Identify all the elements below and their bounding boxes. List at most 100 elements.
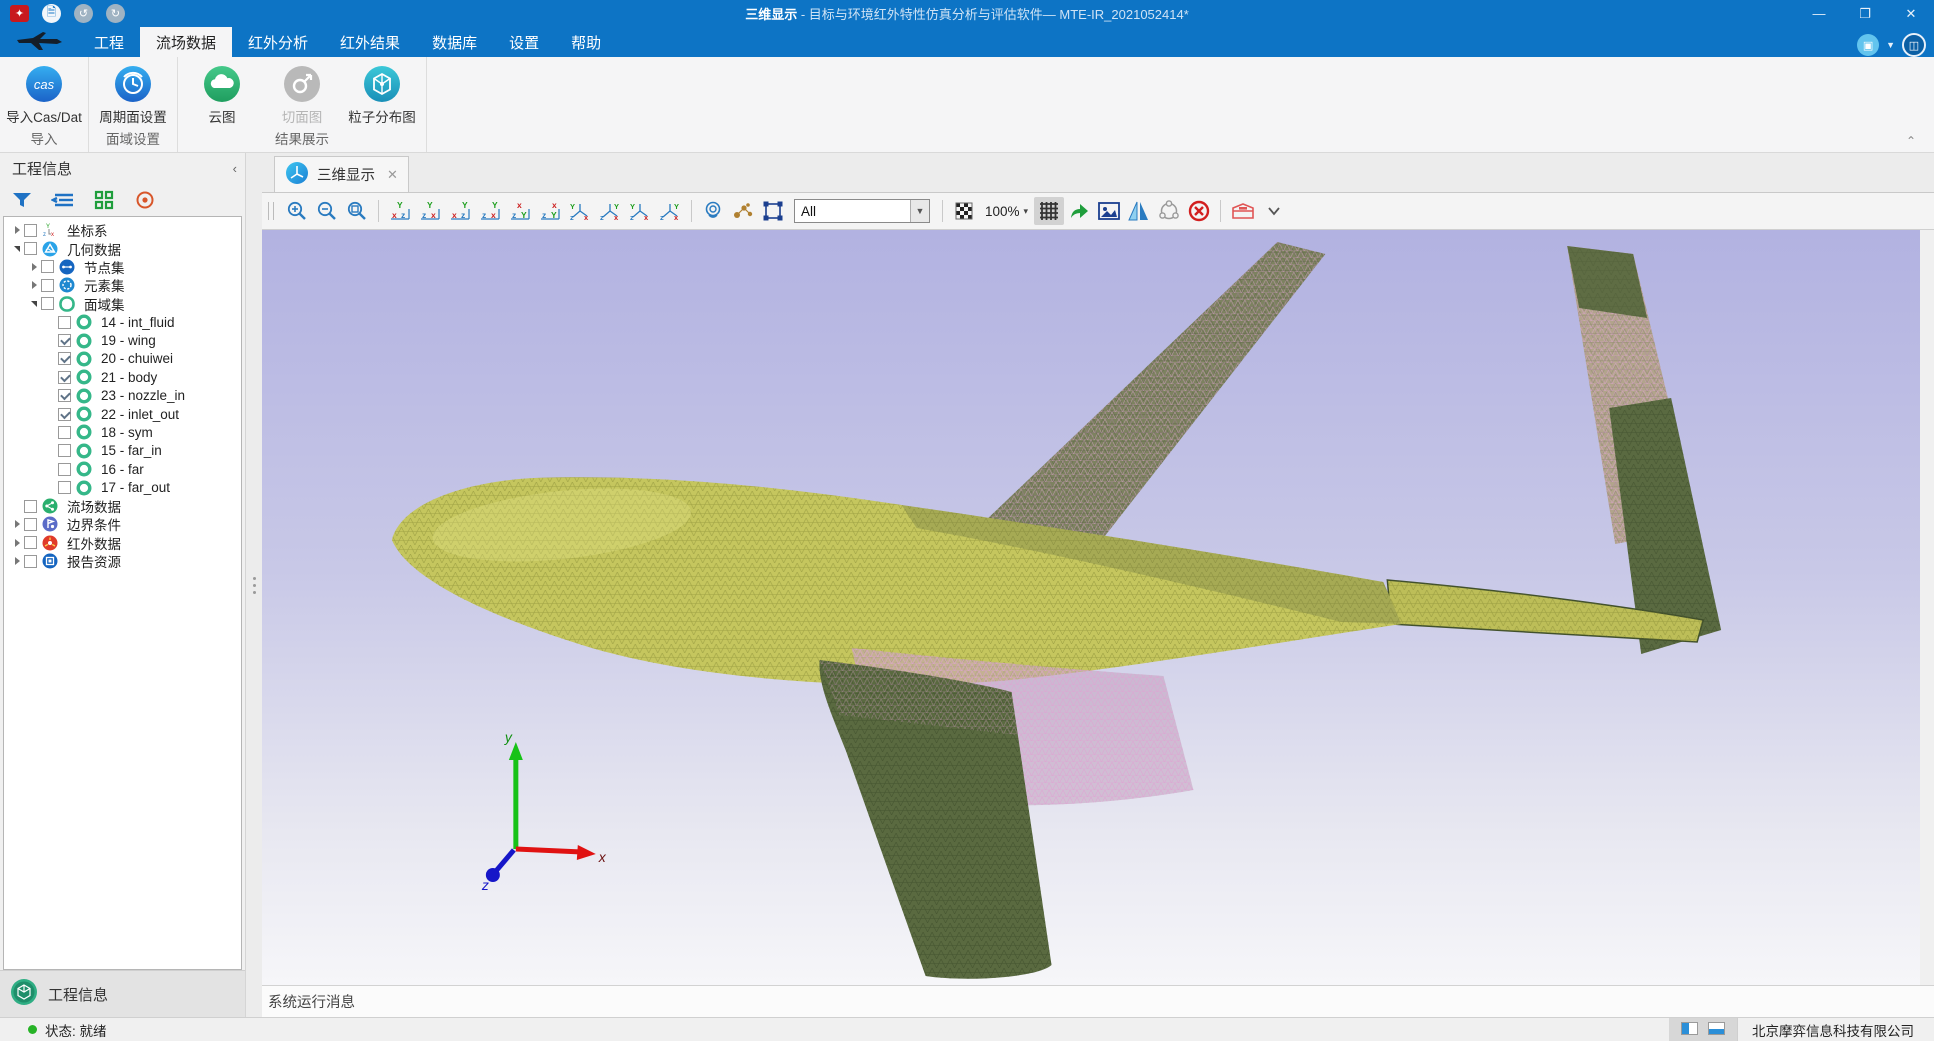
tree-checkbox[interactable]	[24, 555, 37, 568]
menu-item-[interactable]: 工程	[78, 27, 140, 57]
tree-checkbox[interactable]	[58, 408, 71, 421]
tree-expander-icon[interactable]	[10, 539, 24, 547]
tree-expander-icon[interactable]	[10, 246, 24, 252]
new-document-icon[interactable]: 🗎	[42, 4, 61, 23]
tree-checkbox[interactable]	[58, 389, 71, 402]
filter-icon[interactable]	[10, 188, 34, 212]
tree-checkbox[interactable]	[41, 279, 54, 292]
tree-item[interactable]: 15 - far_in	[4, 442, 241, 460]
export-arrow-icon[interactable]	[1064, 197, 1094, 225]
tree-checkbox[interactable]	[58, 334, 71, 347]
tree-item[interactable]: 20 - chuiwei	[4, 350, 241, 368]
zoom-in-icon[interactable]	[282, 197, 312, 225]
tree-item[interactable]: 面域集	[4, 295, 241, 313]
tree-expander-icon[interactable]	[27, 301, 41, 307]
tab-3d-display[interactable]: 三维显示 ✕	[274, 156, 409, 192]
tree-item[interactable]: 23 - nozzle_in	[4, 387, 241, 405]
minimize-button[interactable]: —	[1796, 0, 1842, 27]
tree-checkbox[interactable]	[58, 481, 71, 494]
clear-scene-icon[interactable]	[1184, 197, 1214, 225]
tree-checkbox[interactable]	[24, 242, 37, 255]
zoom-out-icon[interactable]	[312, 197, 342, 225]
chevron-down-icon[interactable]	[1259, 197, 1289, 225]
combobox-dropdown-icon[interactable]: ▼	[910, 200, 929, 222]
display-filter-combobox[interactable]: All▼	[794, 199, 930, 223]
menu-item-[interactable]: 帮助	[555, 27, 617, 57]
tree-item[interactable]: Yzx坐标系	[4, 221, 241, 239]
tree-checkbox[interactable]	[24, 500, 37, 513]
view-left-icon[interactable]: x z Y	[445, 197, 475, 225]
undo-icon[interactable]: ↺	[74, 4, 93, 23]
close-button[interactable]: ✕	[1888, 0, 1934, 27]
transparency-checker-icon[interactable]	[949, 197, 979, 225]
menu-item-[interactable]: 红外分析	[232, 27, 324, 57]
iso-view-4-icon[interactable]: Y x z	[655, 197, 685, 225]
cloud-contour-button[interactable]: 云图	[184, 63, 260, 128]
tree-checkbox[interactable]	[58, 316, 71, 329]
tree-expander-icon[interactable]	[27, 281, 41, 289]
tree-expander-icon[interactable]	[10, 557, 24, 565]
tree-item[interactable]: 报告资源	[4, 552, 241, 570]
particle-trace-icon[interactable]	[728, 197, 758, 225]
tree-item[interactable]: 19 - wing	[4, 331, 241, 349]
orbit-nodes-icon[interactable]	[1154, 197, 1184, 225]
manual-icon[interactable]: ◫	[1902, 33, 1926, 57]
menu-item-active[interactable]: 流场数据	[140, 27, 232, 57]
toolbar-grip[interactable]	[268, 202, 274, 220]
viewport-canvas[interactable]: x y z	[262, 230, 1920, 985]
tree-item[interactable]: 几何数据	[4, 239, 241, 257]
list-view-icon[interactable]	[51, 188, 75, 212]
style-toggle-icon[interactable]: ▣	[1857, 34, 1879, 56]
menu-item-[interactable]: 红外结果	[324, 27, 416, 57]
view-top-icon[interactable]: z Y x	[505, 197, 535, 225]
tree-checkbox[interactable]	[24, 518, 37, 531]
panel-layout-left-icon[interactable]	[1681, 1022, 1698, 1038]
mirror-view-icon[interactable]	[1124, 197, 1154, 225]
tree-checkbox[interactable]	[58, 463, 71, 476]
tree-checkbox[interactable]	[58, 371, 71, 384]
menu-item-[interactable]: 设置	[493, 27, 555, 57]
app-badge-icon[interactable]: ✦	[10, 5, 29, 22]
panel-layout-bottom-icon[interactable]	[1708, 1022, 1725, 1038]
tree-checkbox[interactable]	[41, 260, 54, 273]
tree-checkbox[interactable]	[24, 536, 37, 549]
tree-checkbox[interactable]	[58, 444, 71, 457]
viewport-3d[interactable]: x y z	[262, 230, 1934, 985]
menubar-caret-icon[interactable]: ▼	[1886, 40, 1895, 50]
iso-view-3-icon[interactable]: Y x z	[625, 197, 655, 225]
tree-item[interactable]: 22 - inlet_out	[4, 405, 241, 423]
tree-checkbox[interactable]	[58, 426, 71, 439]
ribbon-collapse-icon[interactable]: ⌃	[1906, 134, 1916, 148]
sidebar-footer[interactable]: 工程信息	[0, 970, 245, 1017]
tree-item[interactable]: 元素集	[4, 276, 241, 294]
periodic-face-button[interactable]: 周期面设置	[95, 63, 171, 128]
tree-item[interactable]: 边界条件	[4, 515, 241, 533]
box-select-icon[interactable]	[758, 197, 788, 225]
iso-view-2-icon[interactable]: Y x z	[595, 197, 625, 225]
panel-splitter[interactable]	[245, 153, 262, 1017]
view-front-icon[interactable]: x z Y	[385, 197, 415, 225]
view-right-icon[interactable]: z x Y	[475, 197, 505, 225]
tree-item[interactable]: 21 - body	[4, 368, 241, 386]
tree-expander-icon[interactable]	[10, 520, 24, 528]
tree-item[interactable]: 红外数据	[4, 534, 241, 552]
view-back-icon[interactable]: z x Y	[415, 197, 445, 225]
iso-view-1-icon[interactable]: Y x z	[565, 197, 595, 225]
particle-distribution-button[interactable]: 粒子分布图	[344, 63, 420, 128]
sidebar-collapse-icon[interactable]: ‹	[233, 161, 237, 176]
tree-item[interactable]: 18 - sym	[4, 423, 241, 441]
tree-expander-icon[interactable]	[10, 226, 24, 234]
tab-close-icon[interactable]: ✕	[387, 167, 398, 183]
maximize-restore-button[interactable]: ❐	[1842, 0, 1888, 27]
camera-view-icon[interactable]	[698, 197, 728, 225]
tree-expander-icon[interactable]	[27, 263, 41, 271]
locate-target-icon[interactable]	[133, 188, 157, 212]
tree-item[interactable]: 流场数据	[4, 497, 241, 515]
tree-item[interactable]: 节点集	[4, 258, 241, 276]
grid-view-icon[interactable]	[92, 188, 116, 212]
tree-item[interactable]: 14 - int_fluid	[4, 313, 241, 331]
zoom-level-button[interactable]: 100%▾	[979, 197, 1034, 225]
snapshot-icon[interactable]	[1094, 197, 1124, 225]
tree-checkbox[interactable]	[41, 297, 54, 310]
zoom-fit-icon[interactable]	[342, 197, 372, 225]
